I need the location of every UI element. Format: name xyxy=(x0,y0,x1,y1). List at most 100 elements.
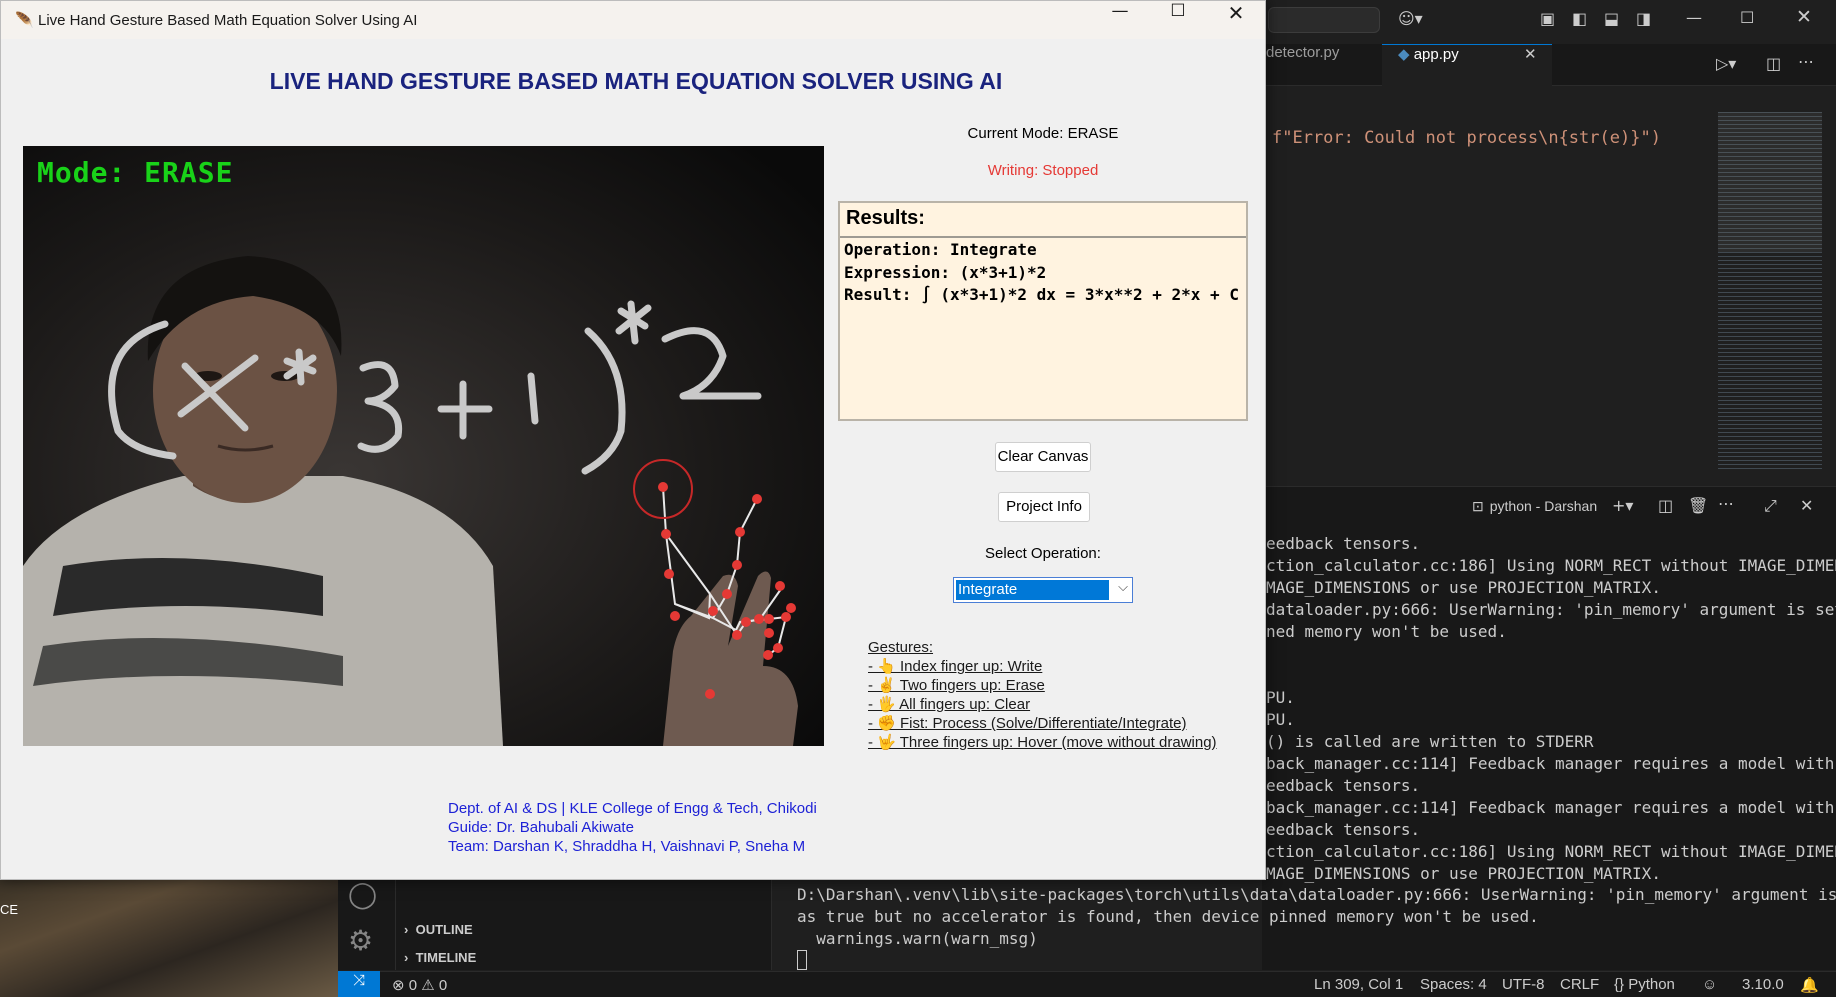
gesture-item: - ✊ Fist: Process (Solve/Differentiate/I… xyxy=(868,715,1187,732)
warning-count: 0 xyxy=(438,977,448,994)
terminal-line: warnings.warn(warn_msg) xyxy=(797,929,1038,948)
tab-app[interactable]: ◆ app.py ✕ xyxy=(1382,44,1552,86)
gesture-item: - 🖐 All fingers up: Clear xyxy=(868,696,1031,713)
error-count: 0 xyxy=(408,977,418,994)
close-tab-icon[interactable]: ✕ xyxy=(1524,45,1537,63)
editor-scrollbar[interactable] xyxy=(1822,112,1836,472)
tab-label: app.py xyxy=(1413,46,1459,63)
editor-tabs: detector.py ◆ app.py ✕ xyxy=(1262,44,1836,86)
braces-icon: {} xyxy=(1614,976,1625,993)
app-window: 🪶 Live Hand Gesture Based Math Equation … xyxy=(0,0,1266,880)
project-info-button[interactable]: Project Info xyxy=(998,492,1090,522)
terminal-line: back_manager.cc:114] Feedback manager re… xyxy=(1266,754,1836,773)
activity-bar: ◯ ⚙ xyxy=(338,880,396,970)
more-actions-icon[interactable]: ⋯ xyxy=(1798,52,1814,71)
run-icon[interactable]: ▷▾ xyxy=(1716,54,1736,73)
language-mode[interactable]: {} Python xyxy=(1614,976,1675,993)
error-icon: ⊗ xyxy=(392,977,405,994)
toggle-sidebar-icon[interactable]: ◧ xyxy=(1572,9,1587,28)
feather-icon: 🪶 xyxy=(15,11,34,29)
code-line: f"Error: Could not process\n{str(e)}") xyxy=(1272,128,1661,148)
terminal-line: dataloader.py:666: UserWarning: 'pin_mem… xyxy=(1266,600,1836,619)
desktop-wallpaper: CE xyxy=(0,880,338,997)
outline-section[interactable]: › OUTLINE xyxy=(404,922,473,937)
terminal-cursor xyxy=(797,950,807,970)
split-terminal-icon[interactable]: ◫ xyxy=(1658,496,1673,515)
tab-detector[interactable]: detector.py xyxy=(1262,44,1382,86)
gesture-item: - 👆 Index finger up: Write xyxy=(868,658,1043,675)
window-titlebar[interactable]: 🪶 Live Hand Gesture Based Math Equation … xyxy=(1,1,1265,39)
terminal-prompt-icon: ⊡ xyxy=(1472,498,1484,514)
camera-image xyxy=(23,146,824,746)
close-panel-icon[interactable]: ✕ xyxy=(1800,496,1813,515)
window-title: Live Hand Gesture Based Math Equation So… xyxy=(38,12,418,29)
timeline-label: TIMELINE xyxy=(415,950,477,965)
line-ending[interactable]: CRLF xyxy=(1560,976,1599,993)
gesture-item: - 🤟 Three fingers up: Hover (move withou… xyxy=(868,734,1217,751)
terminal-output[interactable]: eedback tensors. ction_calculator.cc:186]… xyxy=(1266,533,1836,885)
python-version[interactable]: 3.10.0 xyxy=(1742,976,1784,993)
gesture-item: - ✌ Two fingers up: Erase xyxy=(868,677,1045,694)
page-title: LIVE HAND GESTURE BASED MATH EQUATION SO… xyxy=(269,68,1003,94)
terminal-line: D:\Darshan\.venv\lib\site-packages\torch… xyxy=(797,885,1836,904)
maximize-icon[interactable]: ☐ xyxy=(1740,8,1754,27)
gestures-legend: Gestures: - 👆 Index finger up: Write - ✌… xyxy=(868,638,1217,752)
layout-icon[interactable]: ▣ xyxy=(1540,9,1555,28)
terminal-line: ction_calculator.cc:186] Using NORM_RECT… xyxy=(1266,842,1836,861)
encoding[interactable]: UTF-8 xyxy=(1502,976,1545,993)
close-icon[interactable]: ✕ xyxy=(1796,6,1812,28)
remote-indicator-icon[interactable]: ⤨ xyxy=(338,971,380,997)
current-mode-label: Current Mode: ERASE xyxy=(967,125,1119,142)
cursor-position[interactable]: Ln 309, Col 1 xyxy=(1314,976,1403,993)
warning-icon: ⚠ xyxy=(421,977,435,994)
timeline-section[interactable]: › TIMELINE xyxy=(404,950,476,965)
toggle-secondary-sidebar-icon[interactable]: ◨ xyxy=(1636,9,1651,28)
tab-label: detector.py xyxy=(1266,44,1340,61)
terminal-line: PU. xyxy=(1266,688,1295,707)
python-file-icon: ◆ xyxy=(1398,46,1410,63)
kill-terminal-icon[interactable]: 🗑 xyxy=(1688,496,1708,515)
vscode-command-center[interactable] xyxy=(1268,7,1380,33)
results-divider xyxy=(840,236,1246,238)
terminal-line: MAGE_DIMENSIONS or use PROJECTION_MATRIX… xyxy=(1266,578,1661,597)
gestures-heading: Gestures: xyxy=(868,639,934,656)
maximize-panel-icon[interactable]: ⤢ xyxy=(1764,496,1777,516)
minimize-button[interactable]: — xyxy=(1091,1,1149,39)
copilot-icon[interactable]: ☺▾ xyxy=(1398,9,1423,28)
terminal-line: as true but no accelerator is found, the… xyxy=(797,907,1539,926)
terminal-more-icon[interactable]: ⋯ xyxy=(1718,494,1734,513)
terminal-line: ned memory won't be used. xyxy=(1266,622,1507,641)
split-editor-icon[interactable]: ◫ xyxy=(1766,54,1781,73)
accounts-icon[interactable]: ◯ xyxy=(348,880,377,910)
minimize-icon[interactable]: — xyxy=(1686,8,1702,27)
notifications-icon[interactable]: 🔔 xyxy=(1800,976,1819,994)
operation-select[interactable]: Integrate ⌵ xyxy=(953,577,1133,603)
clear-canvas-button[interactable]: Clear Canvas xyxy=(995,442,1091,472)
new-terminal-icon[interactable]: +▾ xyxy=(1612,496,1633,515)
terminal-name[interactable]: ⊡ python - Darshan xyxy=(1472,498,1597,515)
minimap-slider[interactable] xyxy=(1718,112,1822,252)
terminal-output-bottom[interactable]: D:\Darshan\.venv\lib\site-packages\torch… xyxy=(797,884,1836,950)
chevron-right-icon: › xyxy=(404,950,409,965)
close-button[interactable]: ✕ xyxy=(1207,1,1265,39)
chevron-down-icon[interactable]: ⌵ xyxy=(1118,580,1128,595)
select-operation-label: Select Operation: xyxy=(985,545,1101,562)
terminal-line: ction_calculator.cc:186] Using NORM_RECT… xyxy=(1266,556,1836,575)
results-text[interactable]: Operation: Integrate Expression: (x*3+1)… xyxy=(844,239,1242,307)
problems-indicator[interactable]: ⊗ 0 ⚠ 0 xyxy=(392,976,447,994)
maximize-button[interactable]: ☐ xyxy=(1149,1,1207,39)
toggle-panel-icon[interactable]: ⬓ xyxy=(1604,9,1619,28)
settings-gear-icon[interactable]: ⚙ xyxy=(348,924,373,957)
panel-divider xyxy=(771,880,772,970)
indentation[interactable]: Spaces: 4 xyxy=(1420,976,1487,993)
credit-line: Team: Darshan K, Shraddha H, Vaishnavi P… xyxy=(448,838,806,855)
terminal-name-label: python - Darshan xyxy=(1489,498,1598,514)
outline-label: OUTLINE xyxy=(415,922,473,937)
terminal-line: PU. xyxy=(1266,710,1295,729)
writing-status-label: Writing: Stopped xyxy=(987,162,1099,179)
credits: Dept. of AI & DS | KLE College of Engg &… xyxy=(448,799,817,856)
language-label: Python xyxy=(1628,976,1675,993)
copilot-status-icon[interactable]: ☺ xyxy=(1702,976,1717,993)
